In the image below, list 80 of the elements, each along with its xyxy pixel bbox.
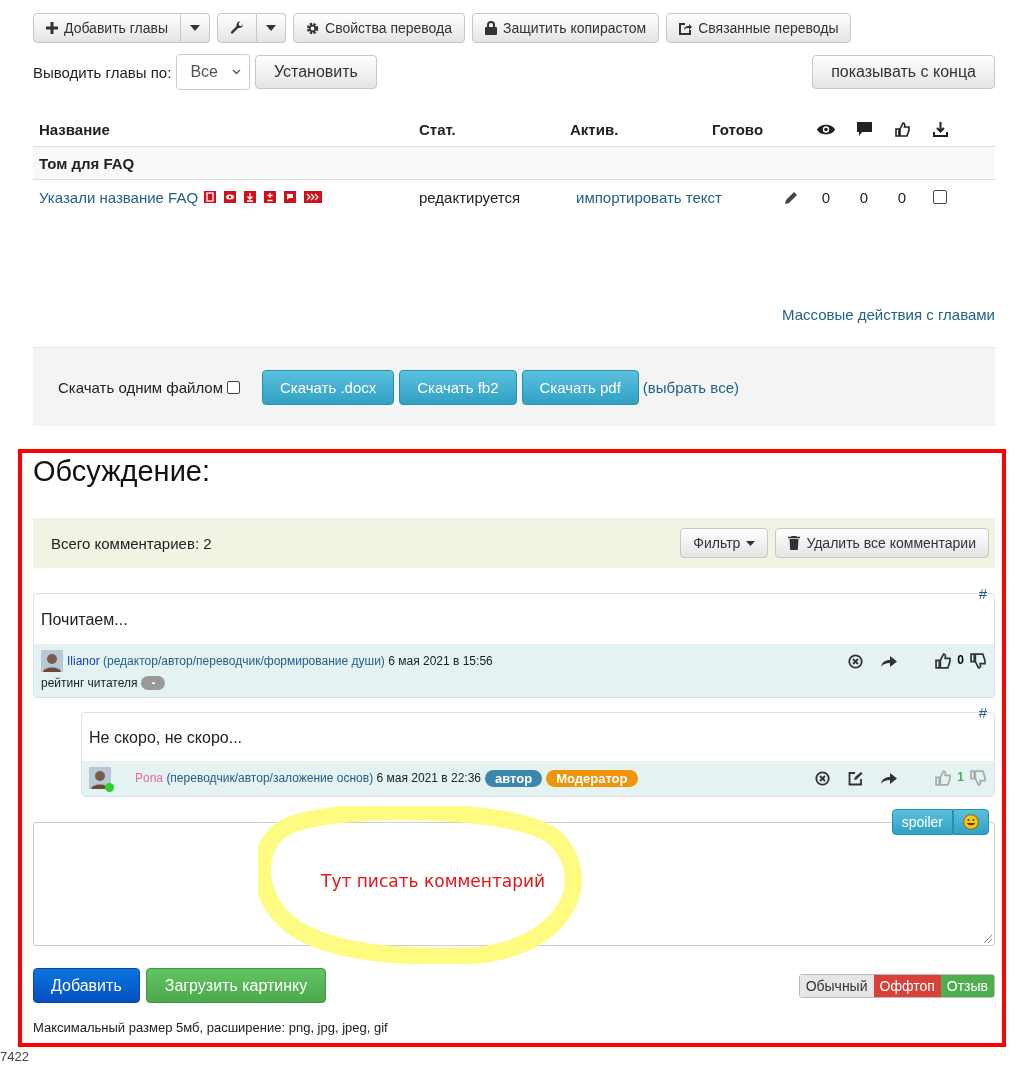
chevron-icon [231,69,241,75]
volume-row: Том для FAQ [33,147,995,180]
reader-rating-label: рейтинг читателя [41,676,138,690]
annotation-text: Тут писать комментарий [321,871,546,891]
role-badge: Модератор [546,769,638,787]
show-from-end-button[interactable]: показывать с конца [812,55,995,89]
edit-icon[interactable] [848,770,864,786]
share-icon[interactable] [881,771,898,785]
gear-icon [306,21,319,35]
protect-button[interactable]: Защитить копирастом [472,13,660,43]
chapter-checkbox[interactable] [933,190,947,204]
discussion-title: Обсуждение: [33,455,212,488]
close-icon[interactable] [815,770,831,786]
upload-hint: Максимальный размер 5мб, расширение: png, jpg, jpeg, gif [33,1020,389,1035]
related-translations-button[interactable]: Связанные переводы [666,13,852,43]
download-icon [932,121,948,137]
chapter-actions-icon [204,191,323,203]
add-comment-button[interactable]: Добавить [33,968,140,1003]
import-text-link[interactable]: импортировать текст [576,188,722,206]
thumbs-down-icon[interactable] [970,653,986,669]
comments-cell-text: 0 [858,188,870,206]
comment-text: Не скоро, не скоро... [88,728,244,748]
wrench-icon [230,21,244,35]
resize-handle-icon[interactable] [984,935,992,943]
close-icon[interactable] [848,653,864,669]
views-cell-text: 0 [820,188,832,206]
chapter-link[interactable]: Указали название FAQ [39,188,199,206]
comment-type-button[interactable]: Оффтоп [873,974,941,997]
mass-actions-link[interactable]: Массовые действия с главами [782,306,995,323]
avatar [41,650,63,672]
permalink[interactable]: # [978,585,987,602]
filter-button[interactable]: Фильтр [680,528,769,558]
avatar [89,767,111,789]
trash-icon [788,536,801,550]
chapters-per-page-select[interactable]: Все [176,54,250,90]
dropdown-button[interactable] [257,13,286,43]
pencil-icon[interactable] [784,189,799,205]
apply-button[interactable]: Установить [254,55,377,89]
select-all-link[interactable]: (выбрать все) [642,378,739,396]
caret-icon [190,25,200,31]
column-header: Стат. [419,120,457,138]
download-label: Скачать одним файлом [58,378,223,396]
thumbs-up-icon[interactable] [935,653,952,669]
vote-score: 0 [957,653,964,667]
tools-button[interactable] [217,13,257,43]
lock-icon [485,21,498,35]
status-cell-text: редактируется [419,188,522,206]
column-header: Актив. [570,120,620,138]
thumbs-up-icon[interactable] [935,770,952,786]
comments-total: Всего комментариев: 2 [51,534,212,552]
plus-icon [46,22,58,34]
comment-type-button[interactable]: Обычный [799,974,874,997]
column-header: Название [39,120,111,138]
share-icon [679,21,693,35]
comment-meta: Ilianor (редактор/автор/переводчик/формирование души) 6 мая 2021 в 15:56 [67,654,493,668]
permalink[interactable]: # [978,704,987,721]
thumbs-up-icon [894,121,910,137]
thumbs-down-icon[interactable] [970,770,986,786]
add-chapters-button[interactable]: Добавить главы [33,13,181,43]
comment-icon [856,122,872,136]
smiley-icon [963,814,979,830]
likes-cell-text: 0 [896,188,908,206]
single-file-checkbox[interactable] [226,380,240,394]
role-badge: автор [485,769,543,787]
column-header: Готово [712,120,765,138]
footer-text: 7422 [0,1049,29,1064]
paging-label: Выводить главы по: [33,63,172,81]
delete-all-button[interactable]: Удалить все комментарии [775,528,989,558]
vote-score: 1 [957,770,964,784]
author-link[interactable]: Ilianor [67,654,100,668]
comment-text: Почитаем... [40,610,129,630]
share-icon[interactable] [881,654,898,668]
comment-meta: Pona (переводчик/автор/заложение основ) 6 мая 2021 в 22:36 [135,771,482,785]
translation-settings-button[interactable]: Свойства перевода [293,13,466,43]
caret-icon [746,540,756,546]
emoji-button[interactable] [953,809,989,835]
reader-rating-badge: - [141,676,166,690]
caret-icon [266,25,276,31]
eye-icon [817,123,835,135]
dropdown-button[interactable] [181,13,210,43]
